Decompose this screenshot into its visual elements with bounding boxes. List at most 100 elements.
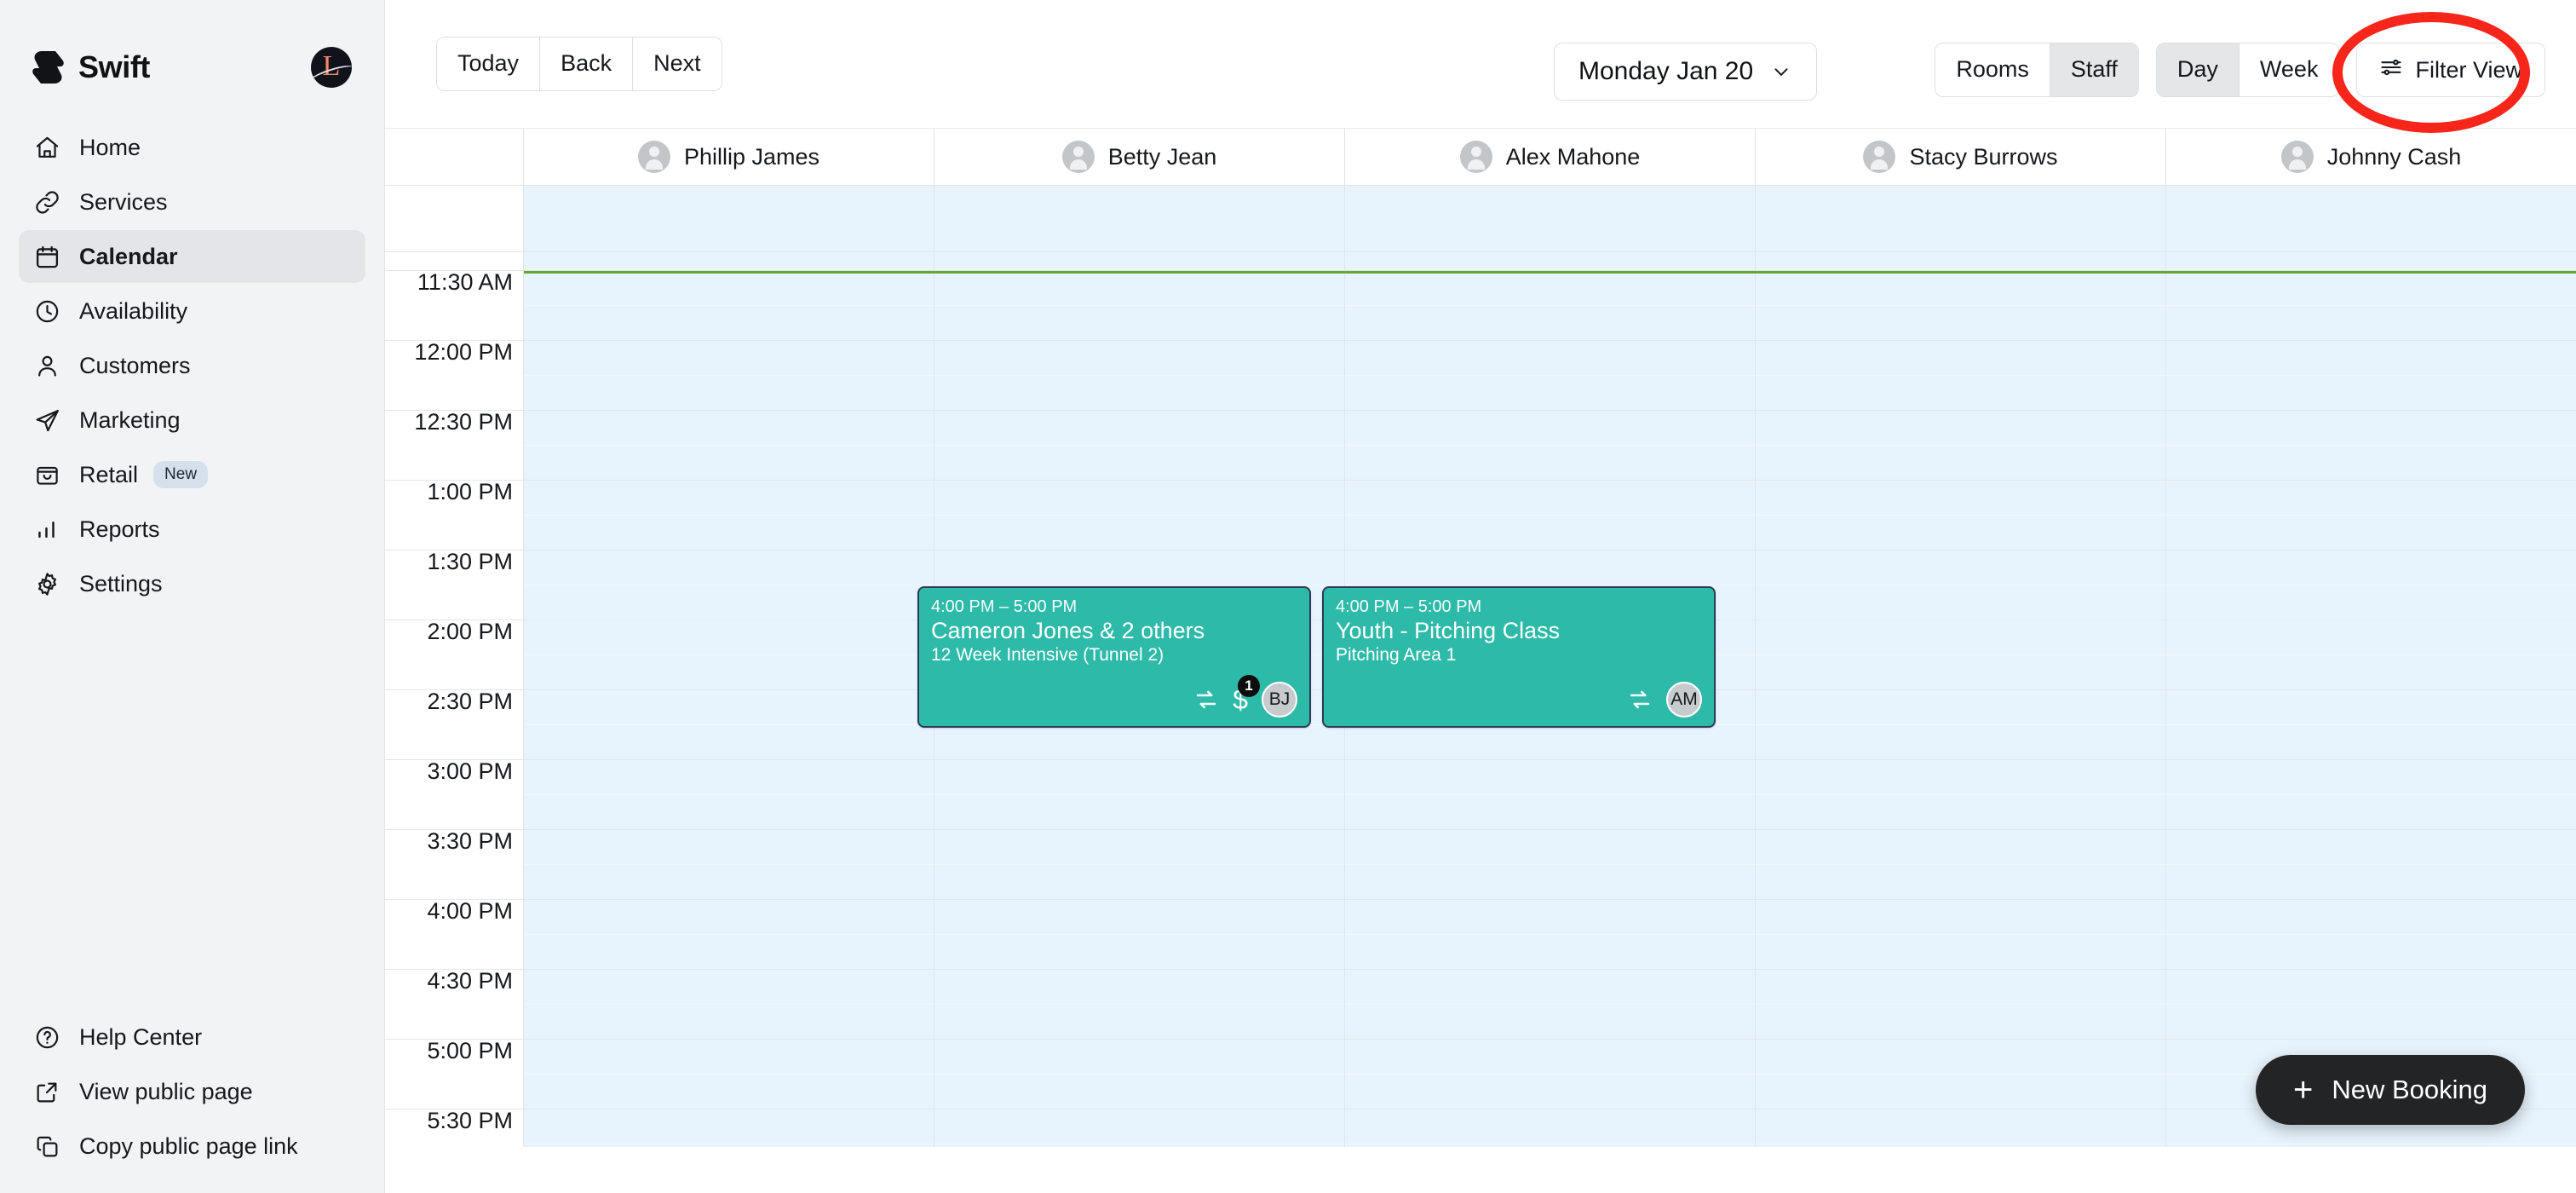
time-slot[interactable] (2166, 411, 2576, 446)
time-slot[interactable] (934, 481, 1344, 516)
time-slot[interactable] (1756, 585, 2165, 620)
filter-view-button[interactable]: Filter View (2356, 43, 2545, 97)
time-slot[interactable] (524, 1005, 934, 1040)
time-slot[interactable] (2166, 585, 2576, 620)
time-slot[interactable] (1756, 690, 2165, 725)
date-picker[interactable]: Monday Jan 20 (1554, 43, 1818, 101)
sidebar-item-availability[interactable]: Availability (19, 285, 365, 337)
time-slot[interactable] (1756, 935, 2165, 970)
column-header-stacy-burrows[interactable]: Stacy Burrows (1756, 129, 2166, 185)
time-slot[interactable] (1345, 1075, 1755, 1109)
column-header-phillip-james[interactable]: Phillip James (524, 129, 934, 185)
time-slot[interactable] (2166, 341, 2576, 376)
time-slot[interactable] (1345, 481, 1755, 516)
time-slot[interactable] (1756, 900, 2165, 935)
event-card-cameron-jones[interactable]: 4:00 PM – 5:00 PM Cameron Jones & 2 othe… (917, 586, 1311, 728)
time-slot[interactable] (934, 516, 1344, 550)
tab-staff[interactable]: Staff (2050, 43, 2138, 96)
time-slot[interactable] (2166, 550, 2576, 585)
time-slot[interactable] (934, 1075, 1344, 1109)
time-slot[interactable] (934, 411, 1344, 446)
time-slot[interactable] (524, 725, 934, 760)
time-slot[interactable] (1345, 306, 1755, 341)
time-slot[interactable] (1756, 760, 2165, 795)
sidebar-item-services[interactable]: Services (19, 176, 365, 228)
sidebar-item-reports[interactable]: Reports (19, 503, 365, 556)
time-slot[interactable] (524, 655, 934, 690)
time-slot[interactable] (934, 760, 1344, 795)
time-slot[interactable] (1345, 865, 1755, 900)
event-card-youth-pitching-class[interactable]: 4:00 PM – 5:00 PM Youth - Pitching Class… (1322, 586, 1716, 728)
sidebar-item-customers[interactable]: Customers (19, 339, 365, 392)
time-slot[interactable] (1345, 1109, 1755, 1144)
time-slot[interactable] (1756, 446, 2165, 481)
time-slot[interactable] (524, 585, 934, 620)
time-slot[interactable] (1345, 1005, 1755, 1040)
time-slot[interactable] (934, 970, 1344, 1005)
time-slot[interactable] (524, 1040, 934, 1075)
new-booking-button[interactable]: + New Booking (2255, 1055, 2525, 1125)
time-slot[interactable] (934, 830, 1344, 865)
time-slot[interactable] (524, 1075, 934, 1109)
time-slot[interactable] (1345, 935, 1755, 970)
time-slot[interactable] (524, 516, 934, 550)
partial-slot-cell[interactable] (1345, 252, 1756, 270)
tab-day[interactable]: Day (2156, 43, 2240, 96)
partial-slot-cell[interactable] (1756, 252, 2166, 270)
sidebar-item-marketing[interactable]: Marketing (19, 394, 365, 447)
sidebar-item-calendar[interactable]: Calendar (19, 230, 365, 283)
sidebar-item-help-center[interactable]: Help Center (19, 1011, 365, 1063)
time-slot[interactable] (934, 935, 1344, 970)
time-slot[interactable] (2166, 760, 2576, 795)
time-slot[interactable] (2166, 690, 2576, 725)
time-slot[interactable] (2166, 376, 2576, 411)
time-slot[interactable] (1345, 725, 1755, 760)
time-slot[interactable] (1345, 550, 1755, 585)
time-slot[interactable] (2166, 620, 2576, 655)
time-slot[interactable] (1345, 411, 1755, 446)
time-slot[interactable] (1756, 1005, 2165, 1040)
avatar[interactable]: L (311, 47, 352, 88)
time-slot[interactable] (1756, 376, 2165, 411)
time-slot[interactable] (1756, 1109, 2165, 1144)
time-slot[interactable] (524, 376, 934, 411)
time-slot[interactable] (2166, 830, 2576, 865)
today-button[interactable]: Today (437, 37, 541, 90)
sidebar-item-retail[interactable]: Retail New (19, 448, 365, 501)
time-slot[interactable] (934, 1109, 1344, 1144)
time-slot[interactable] (524, 481, 934, 516)
time-slot[interactable] (934, 271, 1344, 306)
time-slot[interactable] (524, 306, 934, 341)
time-slot[interactable] (524, 690, 934, 725)
time-slot[interactable] (2166, 795, 2576, 830)
time-slot[interactable] (1756, 795, 2165, 830)
time-slot[interactable] (1345, 795, 1755, 830)
sidebar-item-settings[interactable]: Settings (19, 557, 365, 610)
time-slot[interactable] (2166, 446, 2576, 481)
time-slot[interactable] (1756, 550, 2165, 585)
time-slot[interactable] (524, 1109, 934, 1144)
time-slot[interactable] (524, 830, 934, 865)
partial-slot-cell[interactable] (934, 252, 1345, 270)
time-slot[interactable] (1345, 376, 1755, 411)
time-slot[interactable] (934, 865, 1344, 900)
tab-rooms[interactable]: Rooms (1935, 43, 2050, 96)
sidebar-item-view-public-page[interactable]: View public page (19, 1065, 365, 1118)
all-day-cell[interactable] (1345, 186, 1756, 251)
column-header-betty-jean[interactable]: Betty Jean (934, 129, 1345, 185)
time-slot[interactable] (524, 411, 934, 446)
time-slot[interactable] (1345, 1144, 1755, 1147)
time-slot[interactable] (934, 306, 1344, 341)
partial-slot-cell[interactable] (524, 252, 934, 270)
time-slot[interactable] (1345, 830, 1755, 865)
time-slot[interactable] (934, 1040, 1344, 1075)
time-slot[interactable] (524, 900, 934, 935)
time-slot[interactable] (934, 550, 1344, 585)
time-slot[interactable] (1756, 655, 2165, 690)
day-column[interactable] (2166, 271, 2576, 1147)
time-slot[interactable] (934, 1005, 1344, 1040)
time-slot[interactable] (1756, 306, 2165, 341)
time-slot[interactable] (2166, 1005, 2576, 1040)
time-slot[interactable] (1756, 1040, 2165, 1075)
day-column[interactable] (1756, 271, 2166, 1147)
